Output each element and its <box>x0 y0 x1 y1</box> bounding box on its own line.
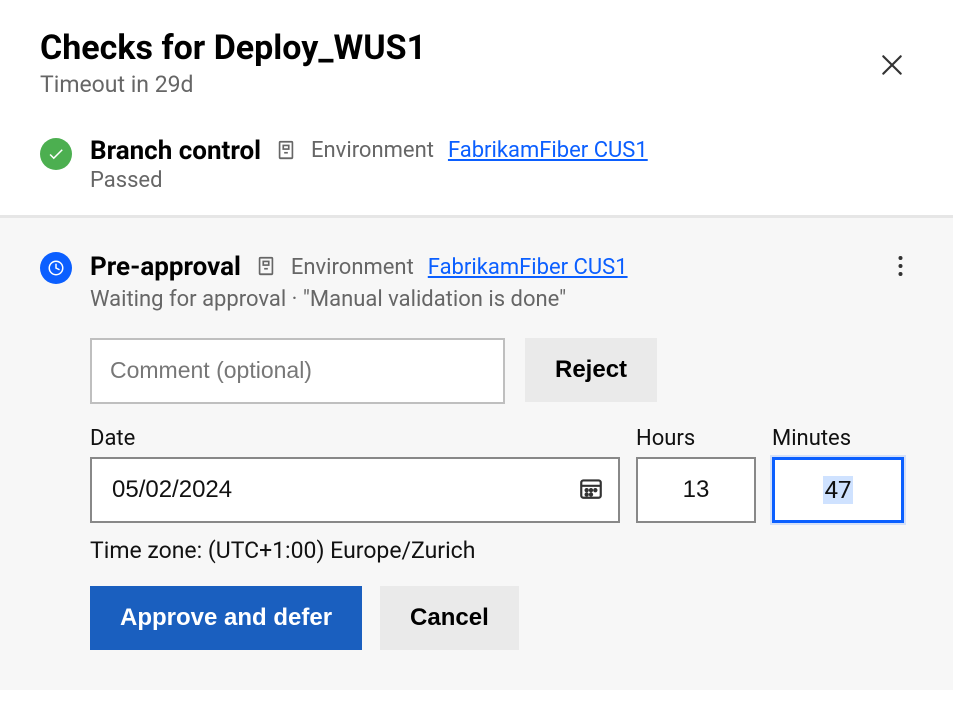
clock-icon <box>40 252 72 284</box>
close-button[interactable] <box>871 44 913 89</box>
cancel-button[interactable]: Cancel <box>380 586 519 650</box>
hours-input[interactable] <box>636 457 756 523</box>
timezone-text: Time zone: (UTC+1:00) Europe/Zurich <box>90 537 913 564</box>
check-pass-icon <box>40 138 72 170</box>
branch-control-status: Passed <box>90 168 913 193</box>
environment-link[interactable]: FabrikamFiber CUS1 <box>428 255 628 280</box>
environment-label: Environment <box>291 255 414 280</box>
environment-link[interactable]: FabrikamFiber CUS1 <box>448 138 648 163</box>
more-actions-button[interactable] <box>888 250 913 285</box>
pre-approval-section: Pre-approval Environment FabrikamFiber C… <box>0 215 953 690</box>
branch-control-section: Branch control Environment FabrikamFiber… <box>0 118 953 215</box>
date-label: Date <box>90 426 620 451</box>
pre-approval-title: Pre-approval <box>90 252 241 282</box>
dialog-title: Checks for Deploy_WUS1 <box>40 28 426 69</box>
pre-approval-status: Waiting for approval · "Manual validatio… <box>90 287 913 312</box>
minutes-value: 47 <box>823 476 854 504</box>
dialog-subtitle: Timeout in 29d <box>40 71 426 98</box>
environment-label: Environment <box>311 138 434 163</box>
more-vertical-icon <box>898 264 903 279</box>
date-input[interactable] <box>90 457 620 523</box>
hours-label: Hours <box>636 426 756 451</box>
dialog-header: Checks for Deploy_WUS1 Timeout in 29d <box>0 0 953 118</box>
environment-icon <box>275 139 297 163</box>
approve-defer-button[interactable]: Approve and defer <box>90 586 362 650</box>
minutes-input[interactable]: 47 <box>772 457 904 523</box>
branch-control-title: Branch control <box>90 136 261 166</box>
environment-icon <box>255 255 277 279</box>
reject-button[interactable]: Reject <box>525 338 657 402</box>
comment-input[interactable] <box>90 338 505 404</box>
close-icon <box>879 66 905 81</box>
minutes-label: Minutes <box>772 426 904 451</box>
